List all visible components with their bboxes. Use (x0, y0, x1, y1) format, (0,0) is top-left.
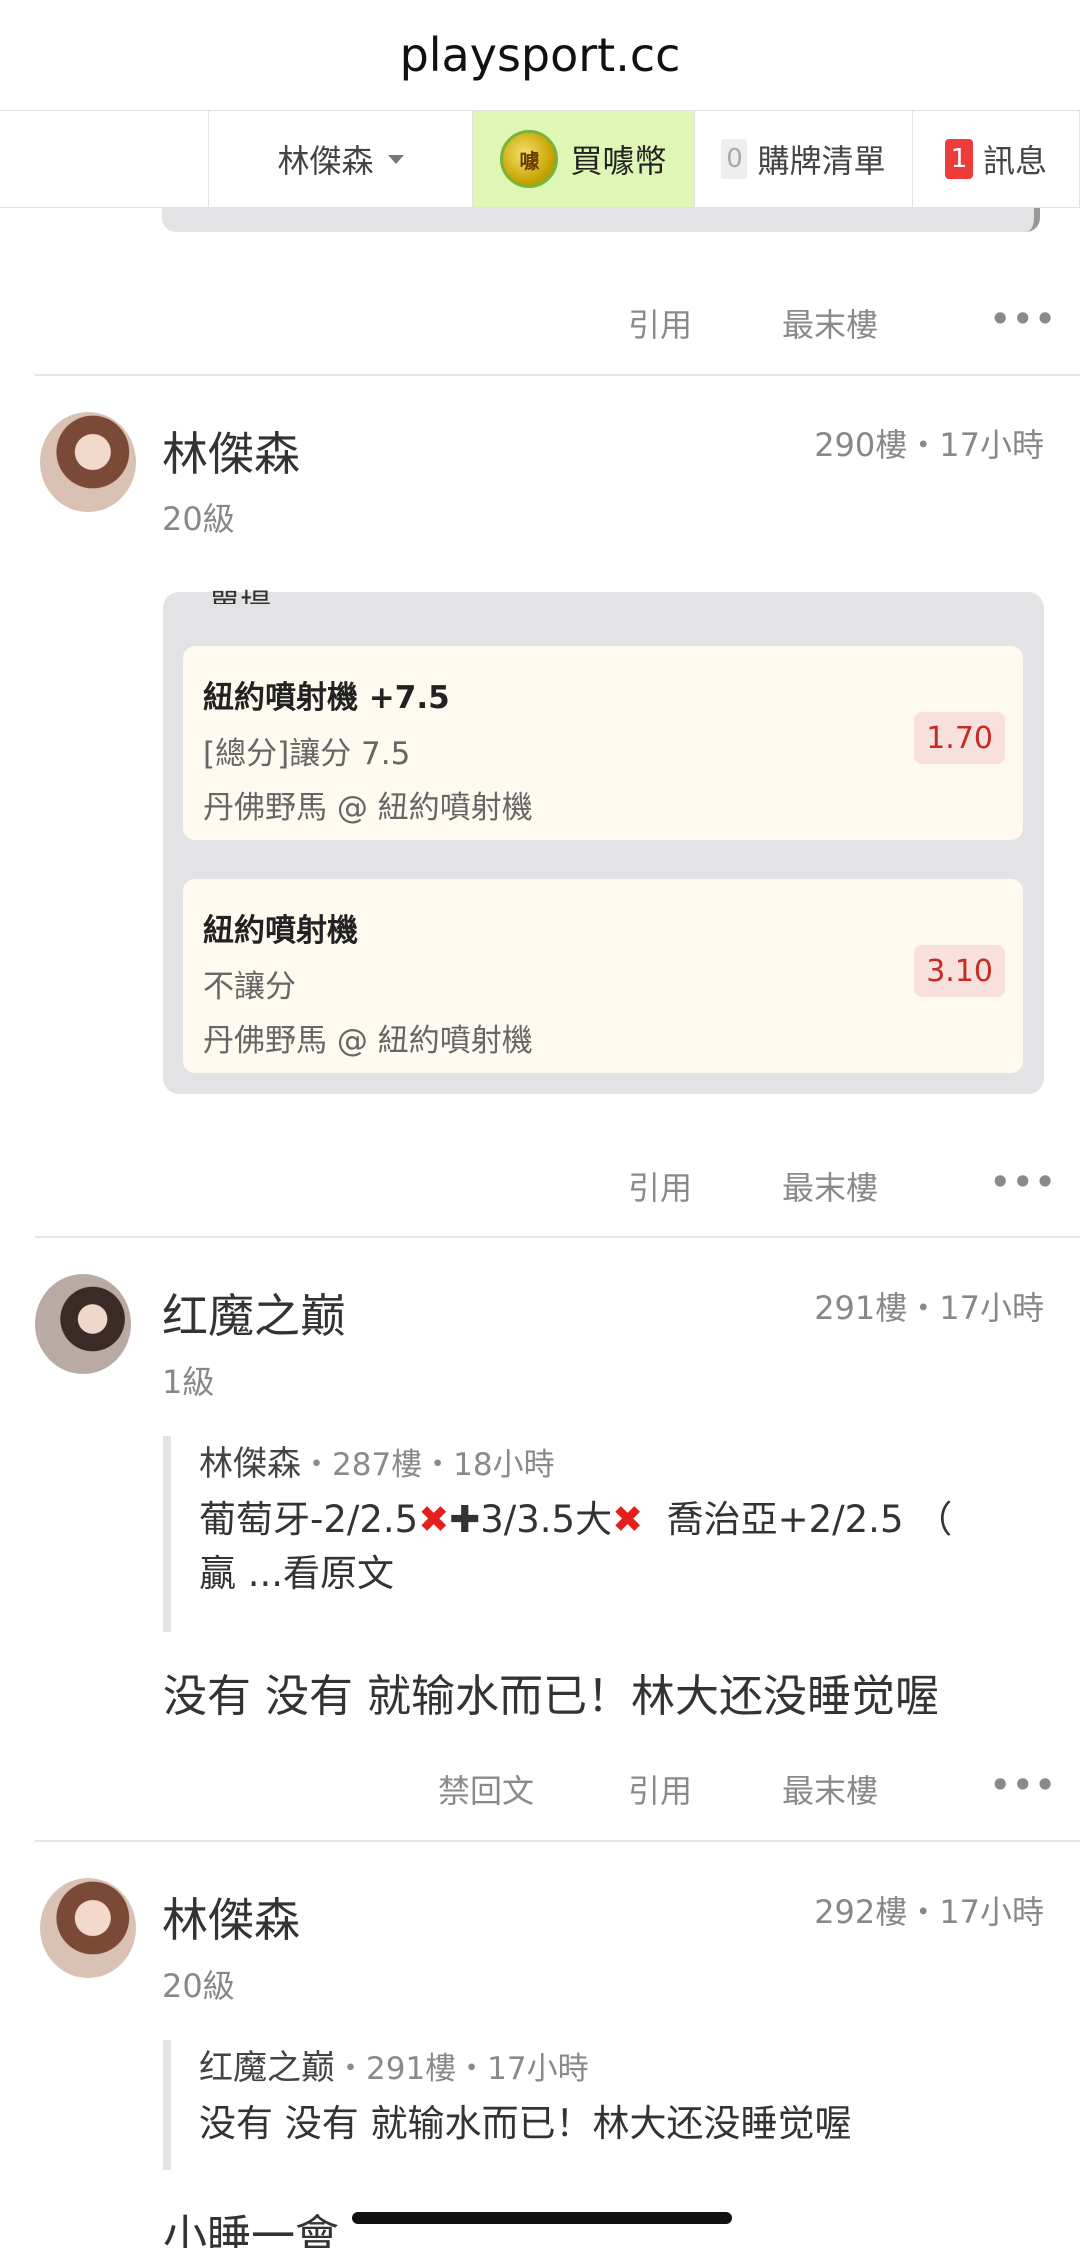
messages-button[interactable]: 1 訊息 (912, 111, 1080, 207)
divider (35, 1236, 1080, 1238)
user-level: 1級 (162, 1363, 215, 1401)
odds-badge: 1.70 (914, 712, 1005, 764)
quote-meta: ・291樓・17小時 (335, 2051, 589, 2087)
quote-author: 林傑森 (199, 1444, 301, 1484)
post-author[interactable]: 林傑森 (162, 1884, 300, 1950)
home-indicator[interactable] (352, 2212, 732, 2224)
bet-type: [總分]讓分 7.5 (203, 736, 411, 772)
bet-type: 不讓分 (203, 969, 296, 1005)
quote-text: 葡萄牙-2/2.5 (199, 1498, 419, 1541)
post-author[interactable]: 红魔之巅 (162, 1280, 346, 1346)
avatar[interactable] (35, 1274, 131, 1374)
bet-title: 紐約噴射機 +7.5 (203, 680, 450, 716)
last-floor-button[interactable]: 最末樓 (782, 1163, 878, 1209)
user-level: 20級 (162, 500, 235, 538)
last-floor-button[interactable]: 最末樓 (782, 1766, 878, 1812)
quote-header: 林傑森・287樓・18小時 (199, 1436, 1053, 1485)
user-menu-label: 林傑森 (277, 142, 374, 180)
post-content: 小睡一會 (163, 2211, 339, 2248)
last-floor-button[interactable]: 最末樓 (782, 300, 878, 346)
cross-icon: ✖ (612, 1498, 644, 1541)
post-floor-time: 290樓・17小時 (814, 426, 1044, 464)
buy-coins-label: 買噱幣 (570, 142, 667, 180)
user-level: 20級 (162, 1967, 235, 2005)
ban-reply-button[interactable]: 禁回文 (438, 1766, 534, 1812)
cart-label: 購牌清單 (757, 142, 886, 180)
messages-label: 訊息 (982, 142, 1047, 180)
bet-slip-label: 單場 (209, 580, 271, 604)
avatar[interactable] (40, 1878, 136, 1978)
quote-text: 3/3.5大 (480, 1498, 613, 1541)
quote-author: 红魔之巅 (199, 2048, 335, 2088)
bet-card[interactable]: 紐約噴射機 不讓分 丹佛野馬 @ 紐約噴射機 3.10 (183, 879, 1023, 1073)
avatar[interactable] (40, 412, 136, 512)
url-text: playsport.cc (399, 28, 681, 82)
quote-button[interactable]: 引用 (628, 1163, 692, 1209)
post-actions: 引用 最末樓 ••• (0, 300, 1080, 360)
cart-button[interactable]: 0 購牌清單 (694, 111, 912, 207)
quote-text: 喬治亞+2/2.5 （ (643, 1498, 953, 1541)
top-nav: 林傑森 噱 買噱幣 0 購牌清單 1 訊息 (0, 110, 1080, 208)
post-actions: 引用 最末樓 ••• (0, 1163, 1080, 1223)
more-icon[interactable]: ••• (990, 300, 1057, 338)
read-original-link[interactable]: 贏 ...看原文 (199, 1552, 394, 1595)
divider (35, 1840, 1080, 1842)
message-count-badge: 1 (944, 139, 973, 179)
quote-button[interactable]: 引用 (628, 1766, 692, 1812)
odds-badge: 3.10 (914, 945, 1005, 997)
bet-title: 紐約噴射機 (203, 913, 358, 949)
caret-down-icon (387, 154, 404, 164)
post-author[interactable]: 林傑森 (162, 418, 300, 484)
buy-coins-button[interactable]: 噱 買噱幣 (472, 111, 694, 207)
coin-icon: 噱 (500, 130, 559, 188)
bet-card[interactable]: 紐約噴射機 +7.5 [總分]讓分 7.5 丹佛野馬 @ 紐約噴射機 1.70 (183, 646, 1023, 840)
bet-match: 丹佛野馬 @ 紐約噴射機 (203, 790, 533, 826)
more-icon[interactable]: ••• (990, 1163, 1057, 1201)
plus-icon: ✚ (449, 1498, 481, 1541)
previous-card-edge (162, 208, 1040, 232)
post-actions: 禁回文 引用 最末樓 ••• (0, 1766, 1080, 1826)
quoted-post[interactable]: 林傑森・287樓・18小時 葡萄牙-2/2.5✖✚3/3.5大✖ 喬治亞+2/2… (163, 1436, 1053, 1632)
bet-slip: 單場 紐約噴射機 +7.5 [總分]讓分 7.5 丹佛野馬 @ 紐約噴射機 1.… (163, 588, 1044, 1094)
post-content: 没有 没有 就输水而已！林大还没睡觉喔 (163, 1671, 939, 1722)
user-menu[interactable]: 林傑森 (208, 111, 472, 207)
url-bar[interactable]: playsport.cc (0, 0, 1080, 110)
divider (35, 374, 1080, 376)
quote-header: 红魔之巅・291樓・17小時 (199, 2040, 1053, 2089)
quote-text: 没有 没有 就输水而已！林大还没睡觉喔 (199, 2102, 852, 2145)
cross-icon: ✖ (418, 1498, 450, 1541)
quote-meta: ・287樓・18小時 (301, 1447, 555, 1483)
quoted-post[interactable]: 红魔之巅・291樓・17小時 没有 没有 就输水而已！林大还没睡觉喔 (163, 2040, 1053, 2170)
quote-button[interactable]: 引用 (628, 300, 692, 346)
post-floor-time: 291樓・17小時 (814, 1289, 1044, 1327)
cart-count-badge: 0 (721, 139, 748, 179)
quote-body: 葡萄牙-2/2.5✖✚3/3.5大✖ 喬治亞+2/2.5 （ 贏 ...看原文 (199, 1493, 1053, 1600)
post-floor-time: 292樓・17小時 (814, 1893, 1044, 1931)
more-icon[interactable]: ••• (990, 1766, 1057, 1804)
bet-match: 丹佛野馬 @ 紐約噴射機 (203, 1023, 533, 1059)
